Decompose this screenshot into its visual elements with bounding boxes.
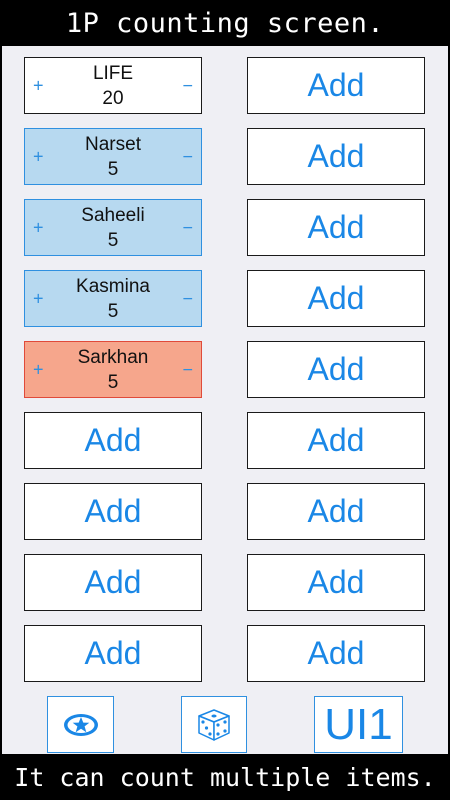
add-counter-button[interactable]: Add xyxy=(24,625,202,682)
banner-title: 1P counting screen. xyxy=(65,7,385,39)
increment-button[interactable]: + xyxy=(33,144,44,169)
add-counter-button[interactable]: Add xyxy=(247,554,425,611)
add-counter-button[interactable]: Add xyxy=(247,270,425,327)
add-counter-button[interactable]: Add xyxy=(247,412,425,469)
add-counter-button[interactable]: Add xyxy=(247,199,425,256)
counter-value: 5 xyxy=(107,158,119,180)
increment-button[interactable]: + xyxy=(33,286,44,311)
counter-life: + LIFE 20 − xyxy=(24,57,202,114)
decrement-button[interactable]: − xyxy=(182,215,193,240)
counter-saheeli: + Saheeli 5 − xyxy=(24,199,202,256)
counter-label: Kasmina xyxy=(76,275,150,297)
add-counter-button[interactable]: Add xyxy=(24,483,202,540)
counter-grid: + LIFE 20 − Add + Narset 5 − Add + Sahee… xyxy=(24,57,425,682)
banner-caption: It can count multiple items. xyxy=(14,762,436,792)
counter-value: 20 xyxy=(102,87,124,109)
add-counter-button[interactable]: Add xyxy=(24,412,202,469)
counter-value: 5 xyxy=(107,371,119,393)
star-icon xyxy=(63,713,98,736)
counter-label: Narset xyxy=(85,133,141,155)
star-button[interactable] xyxy=(47,696,114,753)
counter-narset: + Narset 5 − xyxy=(24,128,202,185)
add-counter-button[interactable]: Add xyxy=(247,483,425,540)
add-counter-button[interactable]: Add xyxy=(24,554,202,611)
bottom-banner: It can count multiple items. xyxy=(0,754,450,800)
counter-sarkhan: + Sarkhan 5 − xyxy=(24,341,202,398)
add-counter-button[interactable]: Add xyxy=(247,57,425,114)
dice-icon xyxy=(198,708,230,741)
increment-button[interactable]: + xyxy=(33,357,44,382)
add-counter-button[interactable]: Add xyxy=(247,625,425,682)
counter-value: 5 xyxy=(107,229,119,251)
counter-label: Sarkhan xyxy=(77,346,149,368)
decrement-button[interactable]: − xyxy=(182,357,193,382)
add-counter-button[interactable]: Add xyxy=(247,341,425,398)
add-counter-button[interactable]: Add xyxy=(247,128,425,185)
counter-label: Saheeli xyxy=(81,204,145,226)
counter-kasmina: + Kasmina 5 − xyxy=(24,270,202,327)
decrement-button[interactable]: − xyxy=(182,144,193,169)
decrement-button[interactable]: − xyxy=(182,73,193,98)
dice-button[interactable] xyxy=(181,696,247,753)
bottom-toolbar: UI1 xyxy=(2,696,448,754)
counter-screen: + LIFE 20 − Add + Narset 5 − Add + Sahee… xyxy=(2,46,448,754)
ui-toggle-button[interactable]: UI1 xyxy=(314,696,403,753)
counter-label: LIFE xyxy=(92,62,134,84)
decrement-button[interactable]: − xyxy=(182,286,193,311)
counter-value: 5 xyxy=(107,300,119,322)
increment-button[interactable]: + xyxy=(33,215,44,240)
top-banner: 1P counting screen. xyxy=(0,0,450,46)
increment-button[interactable]: + xyxy=(33,73,44,98)
